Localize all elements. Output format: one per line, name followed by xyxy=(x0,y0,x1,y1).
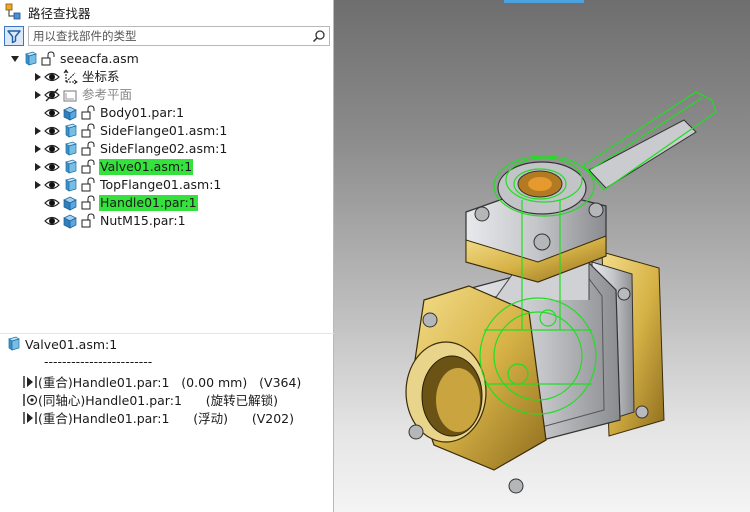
relation-text: (重合)Handle01.par:1 (0.00 mm) (V364) xyxy=(38,375,302,390)
tree-item[interactable]: SideFlange01.asm:1 xyxy=(32,122,228,140)
pathfinder-title-bar: 路径查找器 xyxy=(0,0,334,24)
relation-item[interactable]: (重合)Handle01.par:1 (0.00 mm) (V364) xyxy=(22,372,301,391)
coordinate-system-icon xyxy=(63,69,78,85)
tree-item-label: seeacfa.asm xyxy=(60,51,139,66)
mate-relation-icon xyxy=(23,411,37,424)
panel-divider xyxy=(0,333,334,334)
active-window-tab xyxy=(504,0,584,3)
expanded-arrow-icon[interactable] xyxy=(10,54,20,64)
search-input[interactable] xyxy=(29,27,303,45)
collapsed-arrow-icon[interactable] xyxy=(32,162,42,172)
ball-valve-model[interactable] xyxy=(334,0,750,512)
unlocked-icon xyxy=(81,195,95,210)
eye-icon[interactable] xyxy=(44,159,60,175)
unlocked-icon xyxy=(81,177,95,192)
tree-item[interactable]: TopFlange01.asm:1 xyxy=(32,176,222,194)
unlocked-icon xyxy=(81,123,95,138)
part-icon xyxy=(63,106,77,121)
tree-item-label: TopFlange01.asm:1 xyxy=(100,177,222,192)
eye-icon[interactable] xyxy=(44,213,60,229)
tree-item-label: SideFlange02.asm:1 xyxy=(100,141,228,156)
collapsed-arrow-icon[interactable] xyxy=(32,144,42,154)
relation-text: (重合)Handle01.par:1 (浮动) (V202) xyxy=(38,411,294,426)
unlocked-icon xyxy=(81,159,95,174)
search-bar xyxy=(4,26,330,46)
side-flange-left[interactable] xyxy=(405,285,547,494)
tree-item-label: SideFlange01.asm:1 xyxy=(100,123,228,138)
unlocked-icon xyxy=(81,105,95,120)
filter-icon xyxy=(7,30,21,44)
tree-item[interactable]: 参考平面 xyxy=(32,86,133,104)
tree-item[interactable]: Body01.par:1 xyxy=(32,104,185,122)
relations-header: Valve01.asm:1 xyxy=(5,336,117,352)
eye-icon[interactable] xyxy=(44,195,60,211)
mate-relation-icon xyxy=(23,375,37,388)
part-icon xyxy=(63,196,77,211)
search-field[interactable] xyxy=(28,26,330,46)
relations-separator: ------------------------ xyxy=(44,354,153,369)
pathfinder-panel: 路径查找器 seeacfa.asm 坐标系参考平面 Body01.par:1 Side… xyxy=(0,0,334,512)
tree-item-label: Body01.par:1 xyxy=(100,105,185,120)
tree-item-label: Valve01.asm:1 xyxy=(99,159,194,175)
tree-item-label: 参考平面 xyxy=(82,87,133,102)
assembly-icon xyxy=(25,51,37,66)
collapsed-arrow-icon[interactable] xyxy=(32,90,42,100)
eye-icon[interactable] xyxy=(44,177,60,193)
relations-header-label: Valve01.asm:1 xyxy=(25,336,118,352)
3d-viewport[interactable] xyxy=(334,0,750,512)
unlocked-icon xyxy=(81,141,95,156)
pathfinder-icon xyxy=(5,3,21,20)
eye-icon[interactable] xyxy=(44,141,60,157)
unlocked-icon xyxy=(41,51,55,66)
filter-button[interactable] xyxy=(4,26,24,46)
relation-item[interactable]: (重合)Handle01.par:1 (浮动) (V202) xyxy=(22,408,294,427)
eye-icon[interactable] xyxy=(44,123,60,139)
tree-item[interactable]: 坐标系 xyxy=(32,68,121,86)
assembly-icon xyxy=(8,336,20,351)
tree-item[interactable]: Valve01.asm:1 xyxy=(32,158,194,176)
eye-hidden-icon[interactable] xyxy=(44,87,60,103)
assembly-icon xyxy=(65,177,77,192)
pathfinder-title: 路径查找器 xyxy=(28,5,91,21)
assembly-icon xyxy=(65,159,77,174)
relation-item[interactable]: (同轴心)Handle01.par:1 (旋转已解锁) xyxy=(22,390,278,409)
tree-item-label: NutM15.par:1 xyxy=(100,213,186,228)
assembly-icon xyxy=(65,123,77,138)
reference-plane-icon xyxy=(63,90,77,102)
tree-item-label: Handle01.par:1 xyxy=(99,195,198,211)
collapsed-arrow-icon[interactable] xyxy=(32,72,42,82)
tree-item[interactable]: seeacfa.asm xyxy=(10,50,140,68)
tree-item[interactable]: Handle01.par:1 xyxy=(32,194,198,212)
tree-item[interactable]: NutM15.par:1 xyxy=(32,212,187,230)
axial-align-icon xyxy=(23,393,38,406)
eye-icon[interactable] xyxy=(44,69,60,85)
collapsed-arrow-icon[interactable] xyxy=(32,180,42,190)
relation-text: (同轴心)Handle01.par:1 (旋转已解锁) xyxy=(38,393,278,408)
search-icon[interactable] xyxy=(312,29,326,43)
tree-item-label: 坐标系 xyxy=(82,69,120,84)
assembly-icon xyxy=(65,141,77,156)
eye-icon[interactable] xyxy=(44,105,60,121)
part-icon xyxy=(63,214,77,229)
unlocked-icon xyxy=(81,213,95,228)
tree-item[interactable]: SideFlange02.asm:1 xyxy=(32,140,228,158)
collapsed-arrow-icon[interactable] xyxy=(32,126,42,136)
